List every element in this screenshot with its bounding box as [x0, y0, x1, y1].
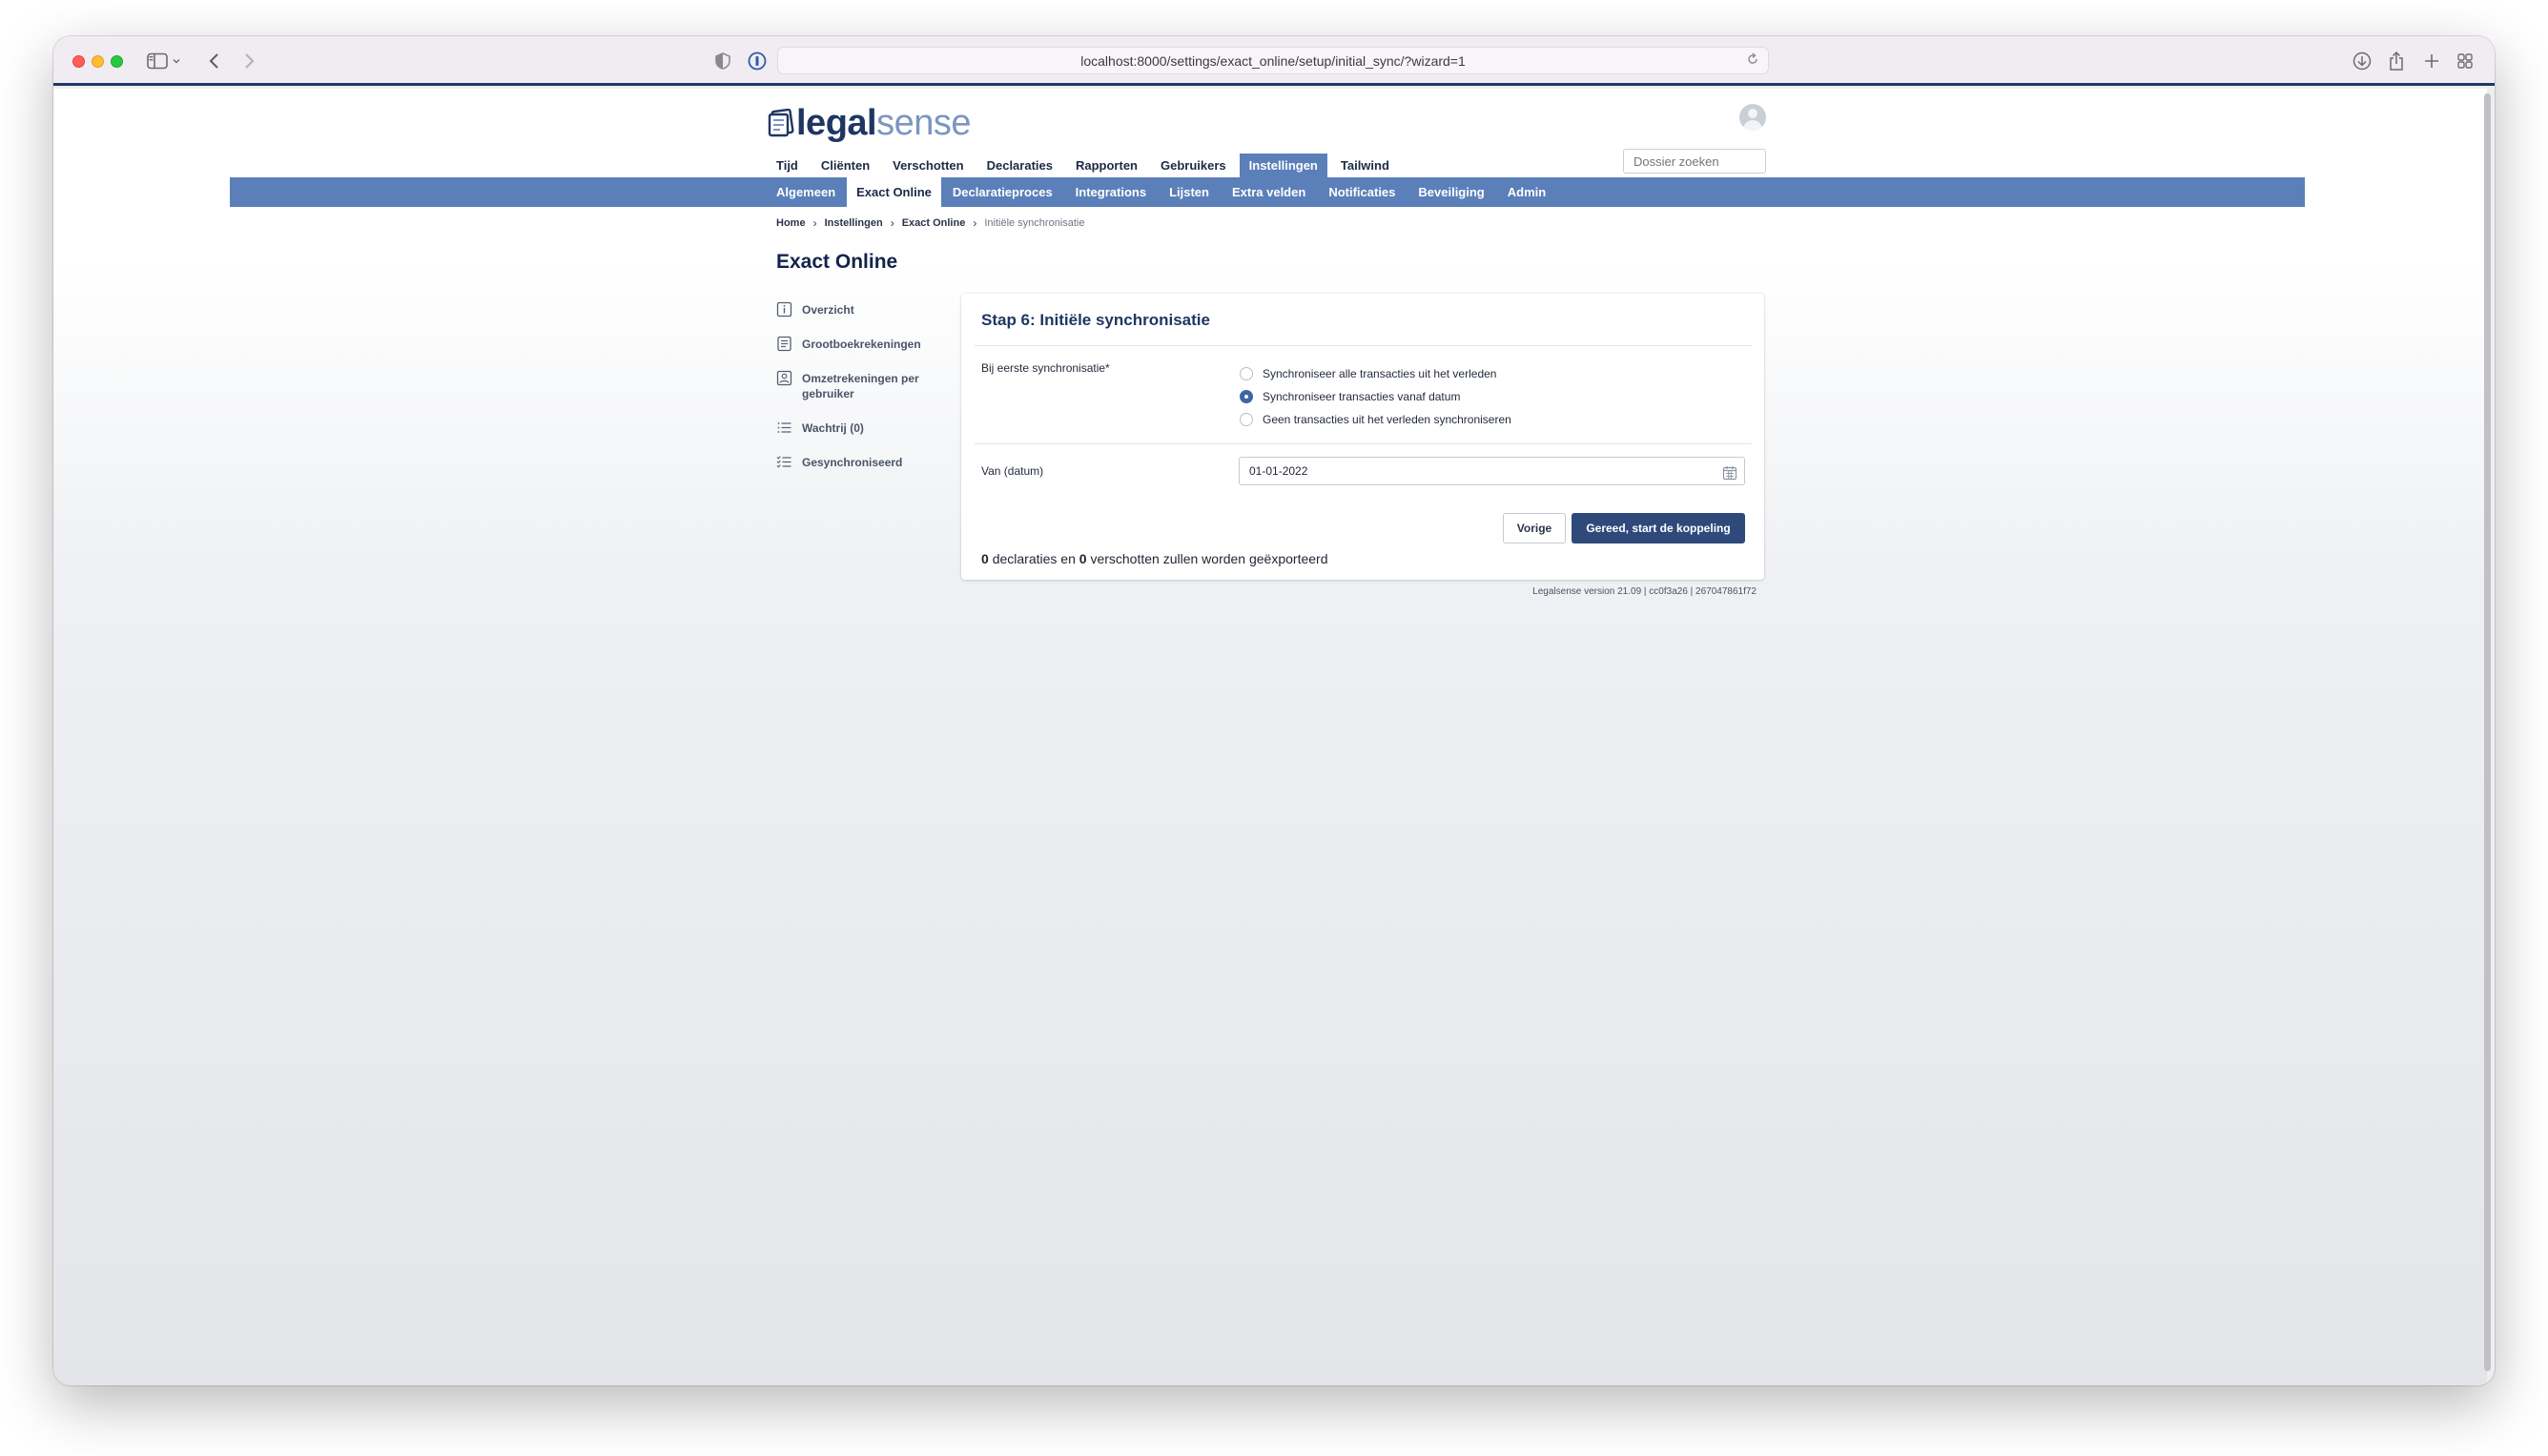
verschotten-text: verschotten zullen worden geëxporteerd	[1090, 551, 1328, 566]
sidebar-item-label: Omzetrekeningen per gebruiker	[802, 372, 919, 400]
card-title: Stap 6: Initiële synchronisatie	[981, 311, 1210, 329]
subnav-item-beveiliging[interactable]: Beveiliging	[1407, 177, 1495, 207]
dossier-search-input[interactable]	[1623, 149, 1766, 174]
date-from-input[interactable]: 01-01-2022	[1239, 457, 1745, 485]
sidebar-item-label: Overzicht	[802, 303, 854, 317]
declaraties-count: 0	[981, 551, 989, 566]
sidebar-item-omzetrekeningen[interactable]: Omzetrekeningen per gebruiker	[776, 370, 948, 401]
radio-sync-from-date[interactable]: Synchroniseer transacties vanaf datum	[1240, 390, 1460, 403]
start-connection-button[interactable]: Gereed, start de koppeling	[1572, 513, 1745, 543]
address-bar[interactable]: localhost:8000/settings/exact_online/set…	[777, 47, 1769, 74]
breadcrumb-exact-online[interactable]: Exact Online	[902, 217, 966, 229]
ledger-icon	[776, 336, 792, 352]
user-avatar[interactable]	[1739, 104, 1766, 131]
previous-button[interactable]: Vorige	[1503, 513, 1566, 543]
legalsense-logo[interactable]: legalsense	[768, 103, 972, 143]
nav-item-clienten[interactable]: Cliënten	[821, 154, 881, 177]
subnav-item-extra-velden[interactable]: Extra velden	[1221, 177, 1317, 207]
chevron-right-icon: ›	[973, 216, 977, 230]
downloads-icon[interactable]	[2350, 48, 2374, 74]
subnav-item-exact-online[interactable]: Exact Online	[847, 177, 941, 207]
subnav-item-algemeen[interactable]: Algemeen	[776, 177, 847, 207]
subnav-item-notificaties[interactable]: Notificaties	[1317, 177, 1407, 207]
sidebar-item-overzicht[interactable]: Overzicht	[776, 301, 948, 318]
nav-item-instellingen[interactable]: Instellingen	[1239, 154, 1327, 177]
list-icon	[776, 420, 792, 436]
sidebar-item-label: Wachtrij (0)	[802, 421, 864, 435]
nav-item-verschotten[interactable]: Verschotten	[893, 154, 975, 177]
url-text: localhost:8000/settings/exact_online/set…	[1080, 52, 1466, 69]
logo-sense-text: sense	[876, 103, 972, 143]
close-window-button[interactable]	[72, 55, 85, 68]
logo-wordmark: legalsense	[796, 103, 972, 143]
forward-icon[interactable]	[236, 48, 261, 74]
chevron-right-icon: ›	[812, 216, 817, 230]
breadcrumb-current: Initiële synchronisatie	[984, 217, 1085, 229]
divider	[975, 345, 1752, 346]
date-field-label: Van (datum)	[981, 464, 1044, 478]
sync-wizard-card: Stap 6: Initiële synchronisatie Bij eers…	[961, 294, 1764, 580]
nav-item-tijd[interactable]: Tijd	[776, 154, 810, 177]
nav-item-gebruikers[interactable]: Gebruikers	[1161, 154, 1238, 177]
radio-label: Geen transacties uit het verleden synchr…	[1263, 413, 1511, 426]
nav-item-declaraties[interactable]: Declaraties	[987, 154, 1064, 177]
exact-sidebar: Overzicht Grootboekrekeningen Omzetreken…	[776, 301, 948, 489]
info-icon	[776, 301, 792, 318]
sidebar-item-label: Gesynchroniseerd	[802, 456, 903, 469]
radio-sync-all[interactable]: Synchroniseer alle transacties uit het v…	[1240, 367, 1496, 380]
breadcrumb-settings[interactable]: Instellingen	[825, 217, 883, 229]
divider	[975, 443, 1752, 444]
logo-legal-text: legal	[796, 103, 877, 143]
declaraties-text: declaraties en	[992, 551, 1076, 566]
reload-icon[interactable]	[1747, 52, 1758, 69]
privacy-shield-icon[interactable]	[709, 48, 736, 74]
main-navigation: Tijd Cliënten Verschotten Declaraties Rappor…	[776, 154, 1412, 177]
page-content: legalsense Tijd Cliënten Verschotten Declar…	[53, 89, 2487, 1385]
browser-window: localhost:8000/settings/exact_online/set…	[53, 36, 2495, 1385]
radio-circle[interactable]	[1240, 367, 1253, 380]
back-icon[interactable]	[202, 48, 227, 74]
calendar-icon[interactable]	[1722, 463, 1737, 481]
sidebar-item-gesynchroniseerd[interactable]: Gesynchroniseerd	[776, 455, 948, 470]
user-card-icon	[776, 370, 792, 386]
share-icon[interactable]	[2384, 48, 2409, 74]
subnav-item-declaratieproces[interactable]: Declaratieproces	[941, 177, 1064, 207]
breadcrumb-home[interactable]: Home	[776, 217, 806, 229]
subnav-item-integrations[interactable]: Integrations	[1064, 177, 1158, 207]
verschotten-count: 0	[1079, 551, 1087, 566]
nav-item-rapporten[interactable]: Rapporten	[1076, 154, 1149, 177]
version-info: Legalsense version 21.09 | cc0f3a26 | 26…	[1532, 586, 1757, 597]
chevron-right-icon: ›	[890, 216, 894, 230]
page-scrollbar[interactable]	[2484, 93, 2491, 1371]
sync-option-label: Bij eerste synchronisatie*	[981, 361, 1110, 375]
radio-circle-checked[interactable]	[1240, 390, 1253, 403]
sidebar-item-label: Grootboekrekeningen	[802, 338, 921, 351]
radio-no-sync[interactable]: Geen transacties uit het verleden synchr…	[1240, 413, 1511, 426]
radio-label: Synchroniseer transacties vanaf datum	[1263, 390, 1461, 403]
sidebar-item-grootboekrekeningen[interactable]: Grootboekrekeningen	[776, 336, 948, 352]
browser-titlebar: localhost:8000/settings/exact_online/set…	[53, 36, 2495, 86]
radio-label: Synchroniseer alle transacties uit het v…	[1263, 367, 1497, 380]
breadcrumb: Home › Instellingen › Exact Online › Ini…	[776, 216, 1085, 230]
nav-item-tailwind[interactable]: Tailwind	[1341, 154, 1401, 177]
subnav-item-lijsten[interactable]: Lijsten	[1158, 177, 1221, 207]
page-title: Exact Online	[776, 251, 898, 273]
sidebar-item-wachtrij[interactable]: Wachtrij (0)	[776, 420, 948, 436]
export-summary: 0 declaraties en 0 verschotten zullen wo…	[981, 551, 1327, 566]
logo-document-icon	[768, 108, 794, 137]
checklist-icon	[776, 454, 792, 470]
subnav-item-admin[interactable]: Admin	[1496, 177, 1557, 207]
zoom-window-button[interactable]	[111, 55, 123, 68]
new-tab-icon[interactable]	[2419, 48, 2444, 74]
settings-subnav: Algemeen Exact Online Declaratieproces Inte…	[230, 177, 2305, 207]
radio-circle[interactable]	[1240, 413, 1253, 426]
password-manager-icon[interactable]	[744, 48, 771, 74]
tab-overview-icon[interactable]	[2453, 48, 2477, 74]
date-value: 01-01-2022	[1249, 464, 1308, 478]
minimize-window-button[interactable]	[92, 55, 104, 68]
sidebar-toggle-icon[interactable]	[145, 48, 183, 74]
